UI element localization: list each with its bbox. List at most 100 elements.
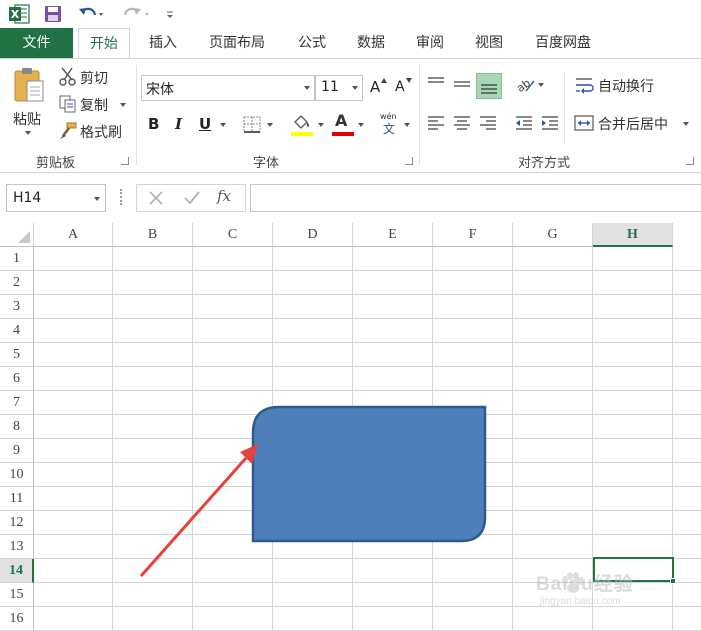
copy-icon [59,95,76,113]
tab-baidu-netdisk[interactable]: 百度网盘 [523,28,603,58]
increase-indent-button[interactable] [538,111,562,135]
redo-icon[interactable] [118,3,154,25]
scissors-icon [59,67,76,86]
merge-center-button[interactable]: 合并后居中 [572,111,694,137]
border-button[interactable] [241,113,277,137]
tab-formulas[interactable]: 公式 [288,28,336,58]
rounded-rectangle-shape[interactable] [251,405,491,547]
merge-center-icon [574,115,594,131]
font-group-label: 字体 [253,156,280,171]
phonetic-dropdown-icon [404,123,410,127]
wrap-text-button[interactable]: 自动换行 [572,73,668,99]
formula-buttons-area: fx [136,184,246,212]
font-launcher-icon[interactable] [405,157,413,165]
name-box[interactable]: H14 [6,184,106,212]
ribbon-home: 粘贴 剪切 复制 格式刷 剪贴板 宋体 11 A A B I U A wén 文… [0,58,701,173]
formula-bar: H14 fx [0,173,701,223]
grow-font-button[interactable]: A [368,77,388,99]
watermark-url: jingyan.baidu.com [540,596,621,607]
tab-review[interactable]: 审阅 [405,28,455,58]
font-color-dropdown-icon [358,123,364,127]
italic-button[interactable]: I [170,113,190,137]
format-painter-icon [60,122,77,139]
phonetic-bottom-label: 文 [383,122,396,136]
align-center-button[interactable] [450,111,474,135]
ribbon-tab-bar: 文件 开始 插入 页面布局 公式 数据 审阅 视图 百度网盘 [0,28,701,59]
align-left-button[interactable] [424,111,448,135]
insert-function-button[interactable]: fx [217,187,241,209]
save-icon[interactable] [40,3,66,25]
group-separator [136,65,137,165]
font-name-combobox[interactable]: 宋体 [141,75,315,101]
bold-label: B [148,115,160,133]
cut-button[interactable]: 剪切 [56,67,128,89]
align-top-icon [428,77,444,83]
orientation-icon: ab [514,76,535,95]
align-right-button[interactable] [476,111,500,135]
increase-indent-icon [542,116,558,130]
italic-label: I [175,115,183,133]
border-icon [243,116,261,133]
fill-color-bar [291,132,313,136]
name-box-value: H14 [13,190,42,206]
font-size-dropdown-icon [352,86,358,90]
wrap-text-label: 自动换行 [598,79,654,95]
alignment-group-label: 对齐方式 [518,156,571,171]
customize-qat-icon[interactable] [162,3,178,25]
align-center-icon [454,116,470,130]
grow-arrow-icon [381,78,387,83]
enter-check-icon[interactable] [183,189,201,207]
orientation-button[interactable]: ab [512,73,548,97]
tab-insert[interactable]: 插入 [138,28,188,58]
phonetic-guide-button[interactable]: wén 文 [377,111,411,139]
underline-button[interactable]: U [196,113,230,137]
clipboard-launcher-icon[interactable] [121,157,129,165]
group-separator [419,65,420,165]
quick-access-toolbar: X [0,0,701,28]
group-separator [564,73,565,143]
excel-window: X 文件 开始 插入 页面布局 公式 数据 审阅 视图 百度网盘 粘贴 剪切 复… [0,0,701,631]
align-middle-button[interactable] [450,73,474,97]
orientation-dropdown-icon [538,83,544,87]
formula-input[interactable] [250,184,701,212]
decrease-indent-button[interactable] [512,111,536,135]
align-right-icon [480,116,496,130]
tab-file[interactable]: 文件 [0,28,73,58]
cut-label: 剪切 [80,71,108,87]
bold-button[interactable]: B [144,113,164,137]
fx-label: fx [217,187,232,205]
tab-page-layout[interactable]: 页面布局 [198,28,276,58]
format-painter-label: 格式刷 [80,125,122,141]
align-bottom-icon [481,84,497,94]
format-painter-button[interactable]: 格式刷 [56,121,130,143]
font-color-bar [332,132,354,136]
undo-icon[interactable] [74,3,108,25]
copy-dropdown-icon [120,103,126,107]
tab-data[interactable]: 数据 [346,28,396,58]
svg-text:X: X [11,8,20,21]
merge-center-dropdown-icon [683,122,689,126]
paste-button[interactable]: 粘贴 [8,67,50,137]
copy-button[interactable]: 复制 [56,94,130,116]
paste-label: 粘贴 [13,112,41,128]
align-bottom-button[interactable] [476,73,502,99]
grow-font-label: A [370,78,381,96]
align-middle-icon [454,81,470,87]
formula-bar-grip-icon [120,189,122,205]
font-name-value: 宋体 [146,82,174,98]
align-top-button[interactable] [424,73,448,97]
red-arrow-annotation [139,444,258,577]
worksheet-grid[interactable]: ABCDEFGH 1 2 3 4 5 6 7 8 9 10 11 12 13 14 15 16 Baidu经验… [0,223,701,631]
alignment-launcher-icon[interactable] [686,157,694,165]
excel-logo-icon: X [4,3,34,25]
cancel-icon[interactable] [147,189,165,207]
paste-dropdown-icon [25,131,31,135]
font-color-button[interactable]: A [330,111,368,139]
copy-label: 复制 [80,98,108,114]
tab-view[interactable]: 视图 [464,28,514,58]
fill-color-button[interactable] [289,111,327,139]
shrink-font-button[interactable]: A [393,77,413,99]
tab-home[interactable]: 开始 [78,28,130,59]
font-size-combobox[interactable]: 11 [315,75,363,101]
font-size-value: 11 [321,79,339,95]
